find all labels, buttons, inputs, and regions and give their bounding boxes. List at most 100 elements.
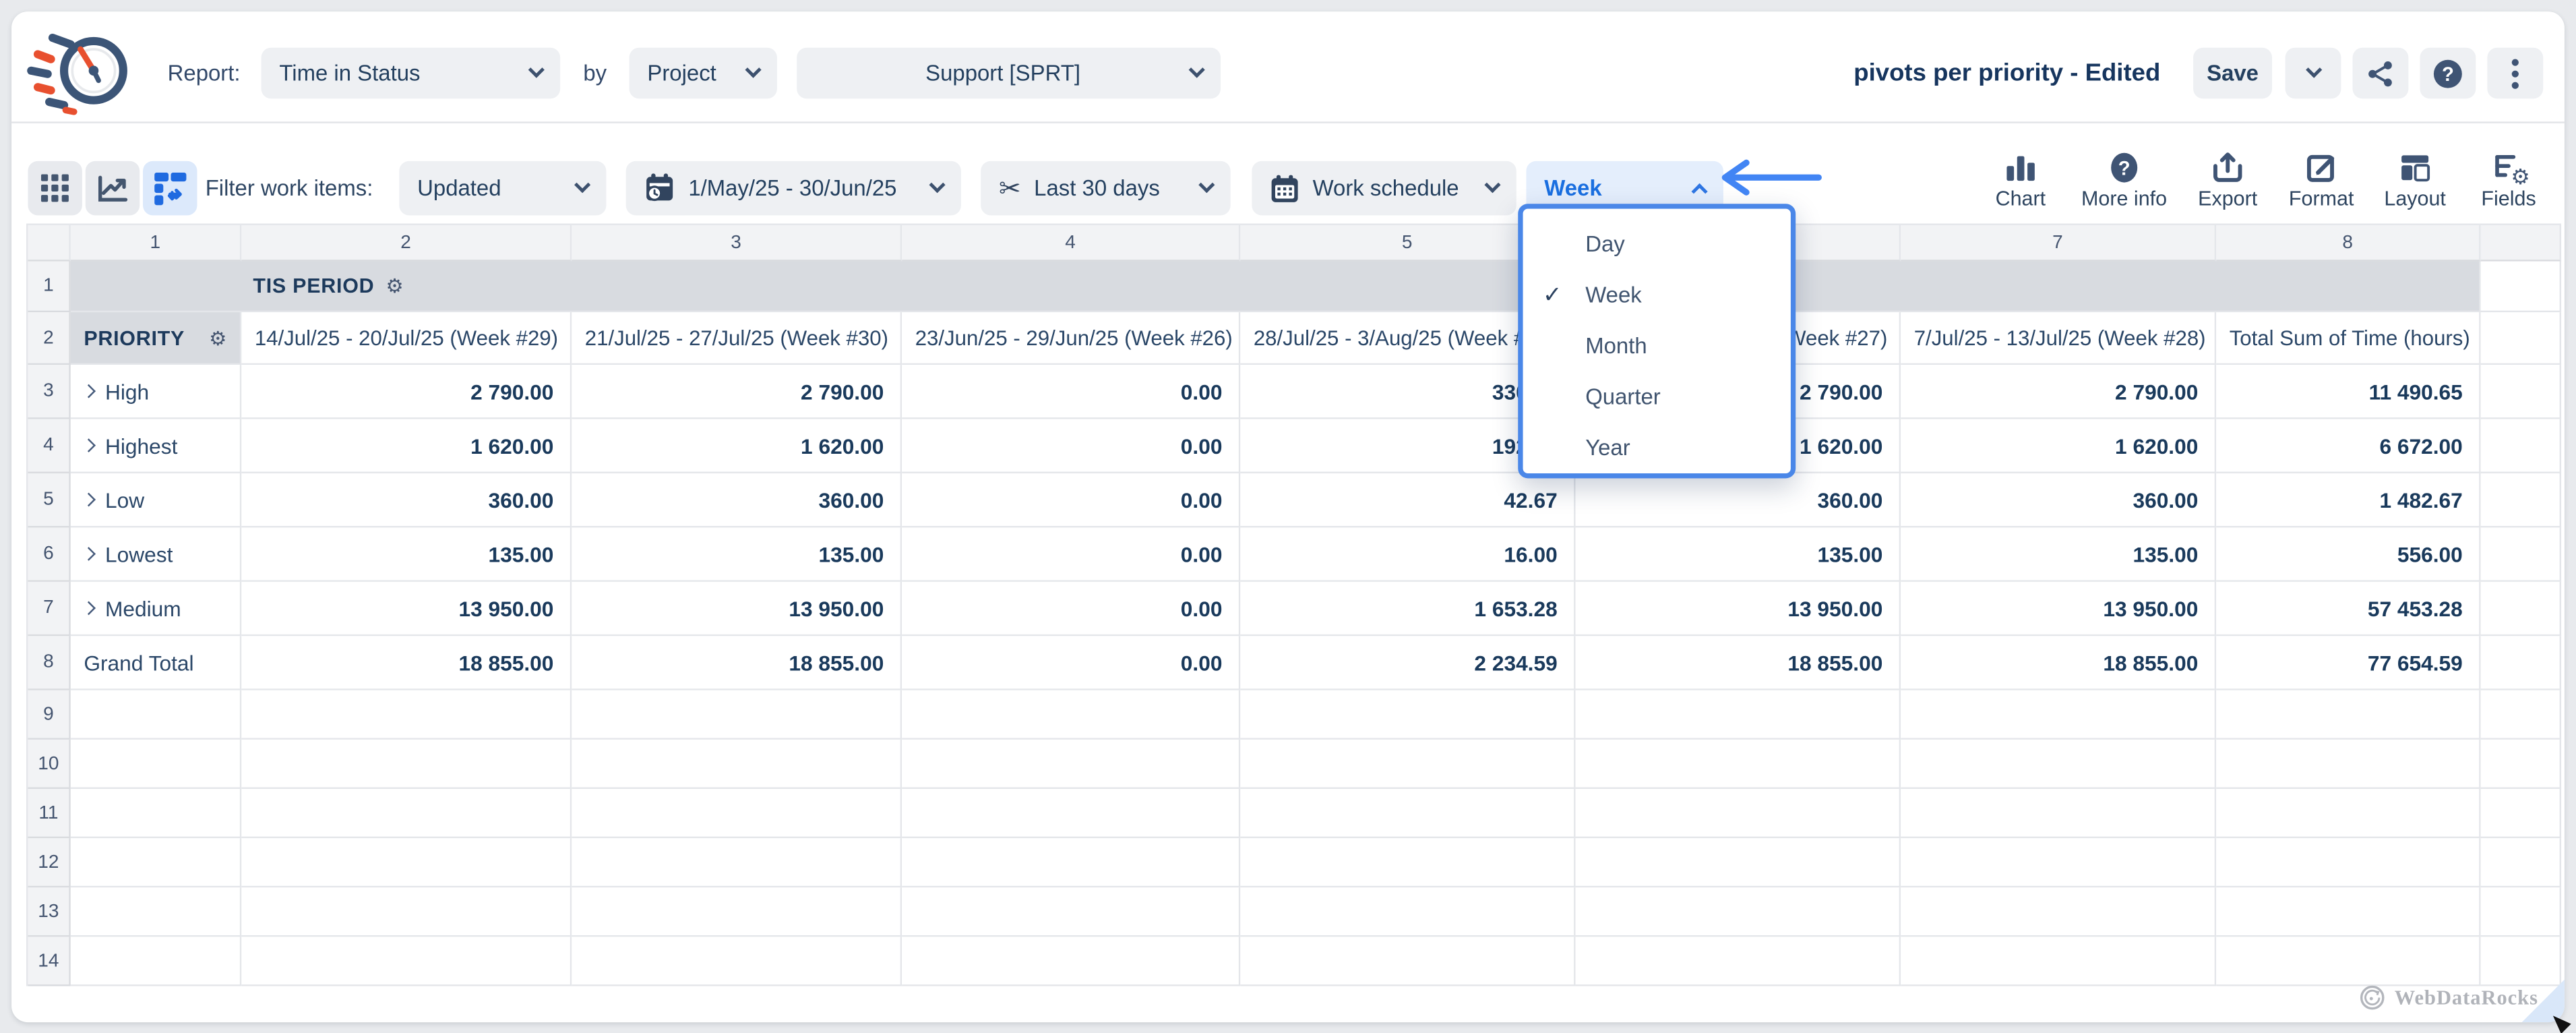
gear-icon[interactable]: ⚙ [209,326,226,349]
corner-fold [2522,980,2565,1022]
gear-icon[interactable]: ⚙ [386,274,403,297]
value-cell[interactable]: 360.00 [1901,473,2216,527]
more-info-button[interactable]: ? More info [2081,151,2167,210]
value-cell[interactable]: 11 490.65 [2216,365,2480,419]
row-label-highest[interactable]: Highest [71,419,242,473]
report-select[interactable]: Time in Status [262,48,561,99]
value-cell[interactable]: 0.00 [902,582,1240,636]
format-button[interactable]: Format [2288,151,2354,210]
value-cell[interactable]: 135.00 [241,527,572,581]
value-cell[interactable]: 135.00 [1901,527,2216,581]
filter-field-select[interactable]: Updated [399,161,606,215]
row-label-medium[interactable]: Medium [71,582,242,636]
expand-chevron-icon[interactable] [82,601,96,616]
column-header[interactable]: 14/Jul/25 - 20/Jul/25 (Week #29) [241,312,572,365]
group-by-select[interactable]: Project [630,48,777,99]
value-cell[interactable]: 2 234.59 [1240,636,1575,690]
row-label-low[interactable]: Low [71,473,242,527]
help-icon: ? [2432,57,2465,90]
save-options-button[interactable] [2286,48,2341,99]
column-header[interactable]: Total Sum of Time (hours) [2216,312,2480,365]
value-cell[interactable]: 18 855.00 [1576,636,1901,690]
menu-item-month[interactable]: Month [1523,320,1791,372]
value-cell[interactable]: 1 620.00 [241,419,572,473]
work-schedule-select[interactable]: Work schedule [1252,161,1516,215]
menu-item-day[interactable]: Day [1523,218,1791,270]
value-cell[interactable]: 57 453.28 [2216,582,2480,636]
grid-cell-empty [241,838,572,887]
value-cell[interactable]: 6 672.00 [2216,419,2480,473]
help-button[interactable]: ? [2420,48,2476,99]
column-header[interactable]: 21/Jul/25 - 27/Jul/25 (Week #30) [572,312,902,365]
expand-chevron-icon[interactable] [82,493,96,507]
value-cell[interactable]: 1 653.28 [1240,582,1575,636]
project-select[interactable]: Support [SPRT] [797,48,1221,99]
trim-period-select[interactable]: ✂ Last 30 days [981,161,1231,215]
share-button[interactable] [2353,48,2409,99]
grid-cell-empty [2481,262,2561,313]
grid-cell-empty [2481,312,2561,365]
expand-chevron-icon[interactable] [82,438,96,452]
value-cell[interactable]: 13 950.00 [1576,582,1901,636]
menu-item-year[interactable]: Year [1523,422,1791,473]
more-menu-button[interactable] [2487,48,2543,99]
grid-cell-empty [1901,690,2216,740]
grid-view-toggle[interactable] [28,161,82,215]
row-number: 4 [28,419,70,473]
date-range-select[interactable]: 1/May/25 - 30/Jun/25 [626,161,961,215]
value-cell[interactable]: 18 855.00 [572,636,902,690]
tis-period-header[interactable]: TIS PERIOD⚙ [71,262,2481,313]
value-cell[interactable]: 0.00 [902,527,1240,581]
document-title: pivots per priority - Edited [1853,48,2160,99]
value-cell[interactable]: 13 950.00 [572,582,902,636]
fields-button[interactable]: ⚙ Fields [2476,151,2542,210]
value-cell[interactable]: 0.00 [902,473,1240,527]
expand-chevron-icon[interactable] [82,547,96,561]
calendar-clock-icon [644,173,675,204]
grid-cell-empty [241,690,572,740]
grid-cell-empty [2481,636,2561,690]
value-cell[interactable]: 0.00 [902,636,1240,690]
value-cell[interactable]: 135.00 [1576,527,1901,581]
chart-button[interactable]: Chart [1988,151,2054,210]
value-cell[interactable]: 556.00 [2216,527,2480,581]
value-cell[interactable]: 1 482.67 [2216,473,2480,527]
value-cell[interactable]: 2 790.00 [241,365,572,419]
save-button[interactable]: Save [2193,48,2272,99]
value-cell[interactable]: 360.00 [241,473,572,527]
value-cell[interactable]: 77 654.59 [2216,636,2480,690]
value-cell[interactable]: 2 790.00 [572,365,902,419]
value-cell[interactable]: 16.00 [1240,527,1575,581]
report-label: Report: [168,48,241,99]
grid-cell-empty [1901,887,2216,937]
value-cell[interactable]: 18 855.00 [241,636,572,690]
value-cell[interactable]: 2 790.00 [1901,365,2216,419]
row-label-grand-total[interactable]: Grand Total [71,636,242,690]
layout-button[interactable]: Layout [2382,151,2448,210]
value-cell[interactable]: 360.00 [572,473,902,527]
priority-header[interactable]: PRIORITY⚙ [71,312,242,365]
value-cell[interactable]: 360.00 [1576,473,1901,527]
menu-item-quarter[interactable]: Quarter [1523,372,1791,423]
value-cell[interactable]: 0.00 [902,419,1240,473]
column-header[interactable]: 7/Jul/25 - 13/Jul/25 (Week #28) [1901,312,2216,365]
value-cell[interactable]: 42.67 [1240,473,1575,527]
menu-item-week[interactable]: ✓Week [1523,270,1791,321]
pivot-view-toggle[interactable] [143,161,197,215]
value-cell[interactable]: 1 620.00 [1901,419,2216,473]
export-button[interactable]: Export [2195,151,2261,210]
value-cell[interactable]: 1 620.00 [572,419,902,473]
value-cell[interactable]: 13 950.00 [241,582,572,636]
value-cell[interactable]: 0.00 [902,365,1240,419]
value-cell[interactable]: 135.00 [572,527,902,581]
value-cell[interactable]: 18 855.00 [1901,636,2216,690]
grid-cell-empty [1576,690,1901,740]
value-cell[interactable]: 13 950.00 [1901,582,2216,636]
grid-cell-empty [902,690,1240,740]
row-label-high[interactable]: High [71,365,242,419]
expand-chevron-icon[interactable] [82,384,96,399]
column-header[interactable]: 23/Jun/25 - 29/Jun/25 (Week #26) [902,312,1240,365]
chart-view-toggle[interactable] [86,161,140,215]
top-bar: Report: Time in Status by Project Suppor… [11,11,2565,123]
row-label-lowest[interactable]: Lowest [71,527,242,581]
